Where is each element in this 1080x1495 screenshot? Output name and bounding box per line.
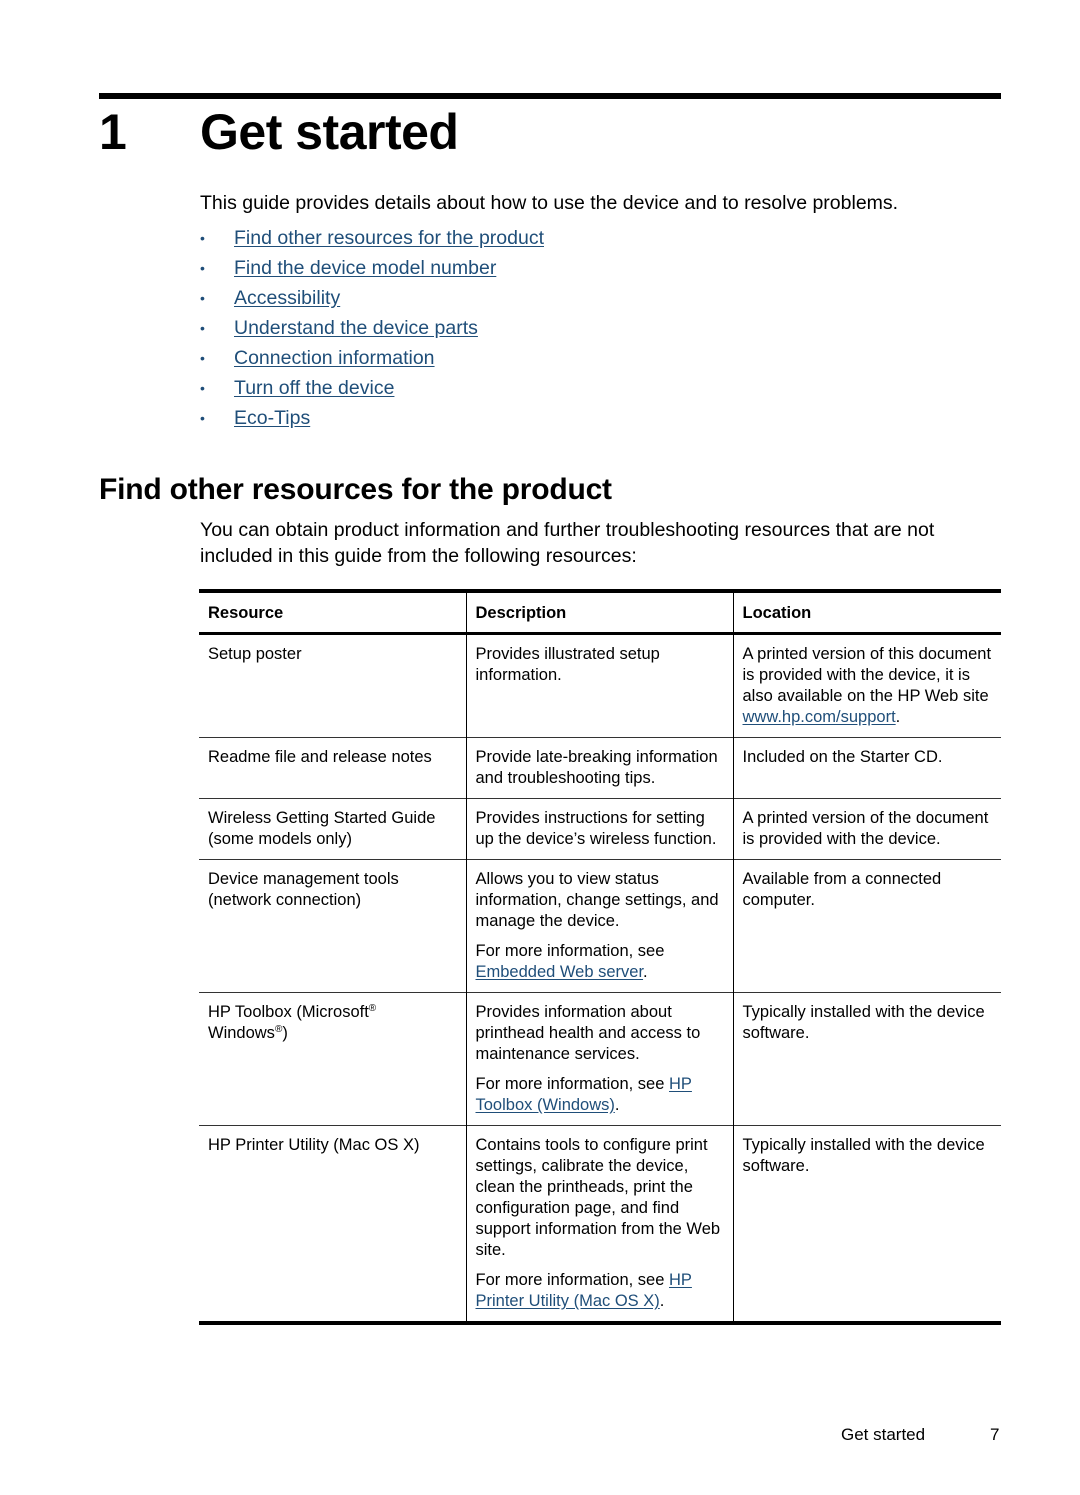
punctuation: .: [614, 1096, 620, 1114]
punctuation: .: [659, 1292, 665, 1310]
table-row: Wireless Getting Started Guide (some mod…: [199, 798, 1001, 860]
intro-text: This guide provides details about how to…: [200, 192, 899, 214]
toc-item: • Find the device model number: [200, 253, 544, 283]
chapter-rule: [99, 93, 1001, 99]
footer-chapter-label: Get started: [841, 1425, 926, 1444]
more-info: For more information, see Embedded Web s…: [476, 941, 725, 983]
cell-location: Typically installed with the device soft…: [732, 1125, 1001, 1323]
section-title: Find other resources for the product: [99, 473, 612, 506]
toc-item: • Understand the device parts: [200, 313, 544, 343]
toc-link-turn-off[interactable]: Turn off the device: [234, 377, 394, 399]
punctuation: .: [895, 708, 901, 726]
cell-resource: Device management tools (network connect…: [208, 870, 399, 909]
header-location: Location: [732, 591, 1001, 634]
bullet-icon: •: [200, 380, 205, 396]
cell-description: Provides illustrated setup information.: [465, 633, 733, 738]
cell-resource: Readme file and release notes: [208, 748, 432, 766]
section-lead: You can obtain product information and f…: [200, 519, 935, 567]
chapter-toc: • Find other resources for the product • F…: [200, 223, 544, 433]
hp-support-link[interactable]: www.hp.com/support: [743, 708, 896, 726]
toc-item: • Accessibility: [200, 283, 544, 313]
header-resource: Resource: [208, 604, 284, 622]
toc-link-find-other-resources[interactable]: Find other resources for the product: [234, 227, 544, 249]
bullet-icon: •: [200, 230, 205, 246]
cell-resource: Wireless Getting Started Guide (some mod…: [208, 809, 436, 848]
page-number: 7: [990, 1425, 1000, 1444]
more-info: For more information, see HP Printer Uti…: [476, 1270, 725, 1312]
cell-description: Provides information about printhead hea…: [465, 992, 733, 1126]
toc-item: • Turn off the device: [200, 373, 544, 403]
toc-link-device-parts[interactable]: Understand the device parts: [234, 317, 478, 339]
toc-link-eco-tips[interactable]: Eco-Tips: [234, 407, 310, 429]
toc-item: • Connection information: [200, 343, 544, 373]
table-row: Readme file and release notes Provide la…: [199, 737, 1001, 799]
table-header-row: Resource Description Location: [199, 591, 1001, 634]
cell-resource: HP Toolbox (Microsoft® Windows®): [199, 993, 466, 1126]
cell-description: Provide late-breaking information and tr…: [465, 737, 733, 799]
resources-table: Resource Description Location Setup post…: [199, 589, 1001, 1325]
resource-text: HP Toolbox (Microsoft: [208, 1003, 369, 1021]
more-info-prefix: For more information, see: [475, 1271, 669, 1289]
cell-resource: HP Printer Utility (Mac OS X): [208, 1136, 420, 1154]
toc-item: • Eco-Tips: [200, 403, 544, 433]
table-row: HP Printer Utility (Mac OS X) Contains t…: [199, 1125, 1001, 1323]
cell-location: Available from a connected computer.: [732, 859, 1001, 993]
cell-description: Allows you to view status information, c…: [465, 859, 733, 993]
resource-text: ): [282, 1024, 288, 1042]
description-text: Contains tools to configure print settin…: [475, 1136, 721, 1259]
bullet-icon: •: [200, 410, 205, 426]
bullet-icon: •: [200, 320, 205, 336]
registered-mark: ®: [368, 1003, 377, 1014]
toc-link-model-number[interactable]: Find the device model number: [234, 257, 496, 279]
punctuation: .: [643, 963, 648, 981]
toc-link-accessibility[interactable]: Accessibility: [234, 287, 340, 309]
table-row: Setup poster Provides illustrated setup …: [199, 633, 1001, 738]
table-row: Device management tools (network connect…: [199, 859, 1001, 993]
cell-location: Included on the Starter CD.: [732, 737, 1001, 799]
more-info-prefix: For more information, see: [475, 1075, 669, 1093]
resource-text: Windows: [208, 1024, 275, 1042]
description-text: Provides information about printhead hea…: [475, 1003, 701, 1063]
bullet-icon: •: [200, 290, 205, 306]
more-info-prefix: For more information, see: [475, 942, 665, 960]
bullet-icon: •: [200, 350, 205, 366]
cell-location: A printed version of the document is pro…: [732, 798, 1001, 860]
chapter-number: 1: [99, 104, 127, 160]
cell-resource: Setup poster: [208, 645, 302, 663]
header-description: Description: [465, 591, 733, 634]
toc-link-connection-info[interactable]: Connection information: [234, 347, 435, 369]
chapter-title: Get started: [200, 104, 459, 160]
cell-location: A printed version of this document is pr…: [732, 633, 1001, 738]
toc-item: • Find other resources for the product: [200, 223, 544, 253]
bullet-icon: •: [200, 260, 205, 276]
embedded-web-server-link[interactable]: Embedded Web server: [476, 963, 644, 981]
cell-description: Provides instructions for setting up the…: [465, 798, 733, 860]
more-info: For more information, see HP Toolbox (Wi…: [476, 1074, 725, 1116]
cell-description: Contains tools to configure print settin…: [465, 1125, 733, 1323]
location-text: A printed version of this document is pr…: [742, 645, 992, 705]
description-text: Allows you to view status information, c…: [475, 870, 719, 930]
cell-location: Typically installed with the device soft…: [732, 992, 1001, 1126]
table-row: HP Toolbox (Microsoft® Windows®) Provide…: [199, 992, 1001, 1126]
